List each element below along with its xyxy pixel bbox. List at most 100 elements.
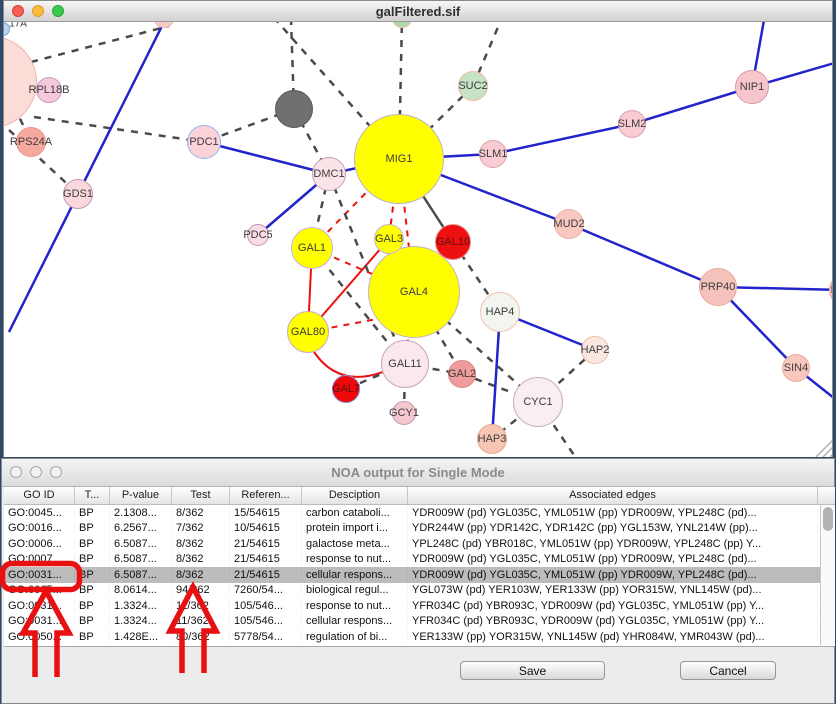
vertical-scrollbar[interactable] xyxy=(820,505,835,645)
node-dmc1[interactable]: DMC1 xyxy=(312,157,346,191)
node-label: SUC2 xyxy=(458,80,487,92)
cell-p_value: 1.3324... xyxy=(110,615,172,627)
node-gal1[interactable]: GAL1 xyxy=(291,227,333,269)
node-hap3[interactable]: HAP3 xyxy=(477,424,507,454)
node-label: GAL7 xyxy=(332,383,360,395)
node-suc2[interactable]: SUC2 xyxy=(458,71,488,101)
node-sin4[interactable]: SIN4 xyxy=(782,354,810,382)
table-row-5[interactable]: GO:0031...BP6.5087...8/36221/54615cellul… xyxy=(4,567,835,583)
table-row-9[interactable]: GO:0050...BP1.428E...80/3625778/54...reg… xyxy=(4,629,835,645)
cell-description: galactose meta... xyxy=(302,538,408,550)
gray-node[interactable] xyxy=(275,90,313,128)
node-label: RPL18B xyxy=(29,84,70,96)
cell-test: 94/362 xyxy=(172,584,230,596)
network-canvas[interactable]: RPL18B RPS24A GDS1 PDC1 MIG1 DMC1 SUC2 SLM1 SLM2… xyxy=(4,22,832,457)
cell-associated_edges: YDR009W (pd) YGL035C, YML051W (pp) YDR00… xyxy=(408,553,818,565)
green-top[interactable] xyxy=(392,22,412,28)
node-cyc1[interactable]: CYC1 xyxy=(513,377,563,427)
table-row-1[interactable]: GO:0045...BP2.1308...8/36215/54615carbon… xyxy=(4,505,835,521)
node-label: SIN4 xyxy=(784,362,808,374)
column-header-p_value[interactable]: P-value xyxy=(110,487,172,504)
node-gal80[interactable]: GAL80 xyxy=(287,311,329,353)
node-pdc5[interactable]: PDC5 xyxy=(247,224,269,246)
node-gal10[interactable]: GAL10 xyxy=(435,224,471,260)
node-hap2[interactable]: HAP2 xyxy=(581,336,609,364)
node-label: RPS24A xyxy=(10,136,52,148)
cell-associated_edges: YGL073W (pd) YER103W, YER133W (pp) YOR31… xyxy=(408,584,818,596)
node-gcy1[interactable]: GCY1 xyxy=(392,401,416,425)
node-slm2[interactable]: SLM2 xyxy=(618,110,646,138)
cell-test: 11/362 xyxy=(172,600,230,612)
cell-go_id: GO:0006... xyxy=(4,538,75,550)
node-label: GDS1 xyxy=(63,188,93,200)
node-label: PRP40 xyxy=(701,281,736,293)
node-label: NIP1 xyxy=(740,81,764,93)
node-label: CYC1 xyxy=(523,396,552,408)
cell-associated_edges: YFR034C (pd) YBR093C, YDR009W (pd) YGL03… xyxy=(408,615,818,627)
node-gds1[interactable]: GDS1 xyxy=(63,179,93,209)
column-header-associated_edges[interactable]: Associated edges xyxy=(408,487,818,504)
cell-description: biological regul... xyxy=(302,584,408,596)
column-header-description[interactable]: Desciption xyxy=(302,487,408,504)
node-label: GAL3 xyxy=(375,233,403,245)
column-header-reference[interactable]: Referen... xyxy=(230,487,302,504)
node-slm1[interactable]: SLM1 xyxy=(479,140,507,168)
node-label: SLM1 xyxy=(479,148,508,160)
cell-go_id: GO:0065... xyxy=(4,584,75,596)
cell-description: response to nut... xyxy=(302,600,408,612)
cell-associated_edges: YDR009W (pd) YGL035C, YML051W (pp) YDR00… xyxy=(408,507,818,519)
cell-reference: 105/546... xyxy=(230,615,302,627)
cell-type: BP xyxy=(75,507,110,519)
cell-p_value: 2.1308... xyxy=(110,507,172,519)
cell-p_value: 6.5087... xyxy=(110,538,172,550)
table-row-8[interactable]: GO:0031...BP1.3324...11/362105/546...cel… xyxy=(4,614,835,630)
node-gal11[interactable]: GAL11 xyxy=(381,340,429,388)
noa-window-titlebar[interactable]: NOA output for Single Mode xyxy=(2,459,834,487)
node-label: GAL4 xyxy=(400,286,428,298)
cell-test: 7/362 xyxy=(172,522,230,534)
cell-associated_edges: YDR009W (pd) YGL035C, YML051W (pp) YDR00… xyxy=(408,569,818,581)
node-mud2[interactable]: MUD2 xyxy=(554,209,584,239)
node-gal2[interactable]: GAL2 xyxy=(448,360,476,388)
cell-description: cellular respons... xyxy=(302,569,408,581)
table-row-7[interactable]: GO:0031...BP1.3324...11/362105/546...res… xyxy=(4,598,835,614)
node-gal4[interactable]: GAL4 xyxy=(368,246,460,338)
column-header-type[interactable]: T... xyxy=(75,487,110,504)
node-hap4[interactable]: HAP4 xyxy=(480,292,520,332)
node-label: GAL11 xyxy=(388,358,421,370)
table-row-6[interactable]: GO:0065...BP8.0614...94/3627260/54...bio… xyxy=(4,583,835,599)
cell-go_id: GO:0031... xyxy=(4,569,75,581)
cell-test: 80/362 xyxy=(172,631,230,643)
table-row-2[interactable]: GO:0016...BP6.2567...7/36210/54615protei… xyxy=(4,521,835,537)
pink-top[interactable] xyxy=(154,22,174,28)
node-label: SLM2 xyxy=(618,118,647,130)
save-button[interactable]: Save xyxy=(460,661,605,680)
node-mig1[interactable]: MIG1 xyxy=(354,114,444,204)
node-label: MIG1 xyxy=(386,153,413,165)
node-msl1[interactable]: MSL1 xyxy=(829,274,832,306)
node-prp40[interactable]: PRP40 xyxy=(699,268,737,306)
node-label: GCY1 xyxy=(389,407,419,419)
node-rps24a[interactable]: RPS24A xyxy=(16,127,46,157)
table-row-4[interactable]: GO:0007...BP6.5087...8/36221/54615respon… xyxy=(4,552,835,568)
column-header-test[interactable]: Test xyxy=(172,487,230,504)
scrollbar-thumb[interactable] xyxy=(823,507,833,531)
node-label: PDC1 xyxy=(189,136,218,148)
node-rpl18b[interactable]: RPL18B xyxy=(36,77,62,103)
network-window-titlebar[interactable]: galFiltered.sif xyxy=(4,1,832,22)
node-label: GAL2 xyxy=(448,368,476,380)
cancel-button[interactable]: Cancel xyxy=(680,661,776,680)
cell-reference: 10/54615 xyxy=(230,522,302,534)
cell-go_id: GO:0031... xyxy=(4,600,75,612)
node-gal7[interactable]: GAL7 xyxy=(332,375,360,403)
results-table: GO IDT...P-valueTestReferen...Desciption… xyxy=(4,487,835,647)
big-left[interactable] xyxy=(4,36,37,128)
cell-description: response to nut... xyxy=(302,553,408,565)
table-row-3[interactable]: GO:0006...BP6.5087...8/36221/54615galact… xyxy=(4,536,835,552)
column-header-go_id[interactable]: GO ID xyxy=(4,487,75,504)
node-nip1[interactable]: NIP1 xyxy=(735,70,769,104)
node-pdc1[interactable]: PDC1 xyxy=(187,125,221,159)
cell-description: regulation of bi... xyxy=(302,631,408,643)
table-body: GO:0045...BP2.1308...8/36215/54615carbon… xyxy=(4,505,835,645)
node-gal3[interactable]: GAL3 xyxy=(374,224,404,254)
